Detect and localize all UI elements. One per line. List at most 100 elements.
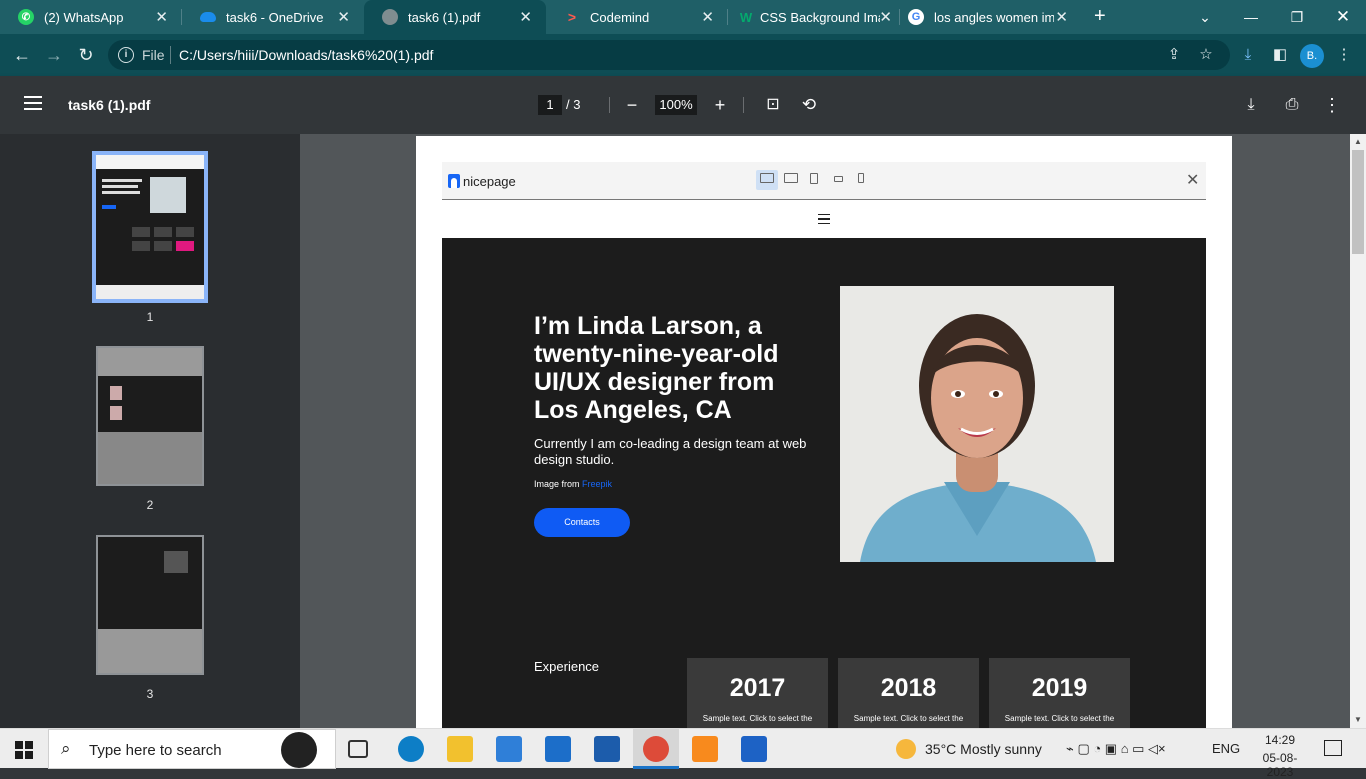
reload-button[interactable]: ↻	[74, 43, 98, 67]
desktop-view-icon[interactable]	[760, 173, 774, 183]
file-explorer-icon[interactable]	[447, 736, 473, 762]
sublime-text-icon[interactable]	[692, 736, 718, 762]
download-icon[interactable]: ⤓	[1239, 93, 1263, 117]
edge-icon[interactable]	[398, 736, 424, 762]
rotate-icon[interactable]: ⟲	[797, 93, 821, 117]
onedrive-icon	[200, 12, 216, 22]
photos-icon[interactable]	[741, 736, 767, 762]
close-tab-icon[interactable]: ✕	[337, 8, 350, 26]
side-panel-icon[interactable]: ◧	[1268, 43, 1292, 67]
zoom-in-icon[interactable]: +	[708, 93, 732, 117]
page-thumbnail-3[interactable]	[96, 535, 204, 675]
notifications-icon[interactable]	[1324, 740, 1342, 756]
bookmark-star-icon[interactable]: ☆	[1194, 43, 1218, 67]
experience-card: 2017 Sample text. Click to select the	[687, 658, 828, 728]
taskbar-search[interactable]: ⌕ Type here to search	[48, 729, 336, 769]
close-tab-icon[interactable]: ✕	[1055, 8, 1068, 26]
nicepage-brand: nicepage	[463, 174, 516, 189]
hero-section: I’m Linda Larson, a twenty-nine-year-old…	[442, 238, 1206, 728]
restore-button[interactable]: ❐	[1274, 0, 1320, 34]
scroll-up-icon[interactable]: ▲	[1350, 134, 1366, 150]
close-tab-icon[interactable]: ✕	[519, 8, 532, 26]
close-tab-icon[interactable]: ✕	[701, 8, 714, 26]
clock[interactable]: 14:29 05-08-2023	[1252, 733, 1308, 779]
tab-codemind[interactable]: > Codemind ✕	[546, 0, 728, 34]
card-year: 2017	[729, 674, 786, 702]
close-icon[interactable]: ✕	[1186, 170, 1199, 190]
scrollbar-thumb[interactable]	[1352, 150, 1364, 254]
tab-whatsapp[interactable]: ✆ (2) WhatsApp ✕	[0, 0, 182, 34]
address-bar[interactable]: i File C:/Users/hiii/Downloads/task6%20(…	[108, 40, 1230, 70]
portrait-photo	[840, 286, 1114, 562]
url-text[interactable]: C:/Users/hiii/Downloads/task6%20(1).pdf	[179, 47, 433, 63]
page-thumbnail-1[interactable]	[92, 151, 208, 303]
codemind-icon: >	[567, 9, 577, 25]
tab-google[interactable]: G los angles women ima ✕	[900, 0, 1082, 34]
tab-pdf[interactable]: task6 (1).pdf ✕	[364, 0, 546, 34]
thumbnail-sidebar: 1 2 3	[0, 134, 300, 728]
windows-taskbar: ⌕ Type here to search 35°C Mostly sunny …	[0, 728, 1366, 779]
forward-button[interactable]: →	[42, 43, 66, 67]
page-thumbnail-2[interactable]	[96, 346, 204, 486]
experience-card: 2018 Sample text. Click to select the	[838, 658, 979, 728]
hero-subtitle: Currently I am co-leading a design team …	[534, 436, 807, 467]
tray-icons[interactable]: ⌁ ▢ ◔ ▣ ⌂ ▭ ◁×	[1066, 741, 1166, 757]
card-year: 2018	[880, 674, 937, 702]
scroll-down-icon[interactable]: ▼	[1350, 712, 1366, 728]
tab-search-icon[interactable]: ⌄	[1182, 0, 1228, 34]
close-tab-icon[interactable]: ✕	[879, 8, 892, 26]
site-menu-icon[interactable]	[818, 214, 830, 224]
card-text: Sample text. Click to select the	[853, 714, 964, 723]
share-icon[interactable]: ⇪	[1162, 43, 1186, 67]
portrait-illustration	[840, 286, 1114, 562]
contacts-button[interactable]: Contacts	[534, 508, 630, 537]
phone-portrait-view-icon[interactable]	[858, 173, 864, 183]
experience-title: Experience	[534, 659, 600, 674]
mail-icon[interactable]	[545, 736, 571, 762]
zoom-out-icon[interactable]: −	[620, 93, 644, 117]
tab-title: (2) WhatsApp	[44, 9, 124, 25]
whatsapp-icon: ✆	[18, 9, 34, 25]
hero-heading: I’m Linda Larson, a twenty-nine-year-old…	[534, 312, 779, 424]
pdf-page: nicepage ✕ I’m Linda Larson, a twenty-ni…	[416, 136, 1232, 728]
windows-start-icon[interactable]	[15, 741, 33, 759]
new-tab-button[interactable]: +	[1094, 0, 1106, 34]
search-placeholder: Type here to search	[89, 742, 222, 759]
globe-icon	[382, 9, 398, 25]
pdf-filename: task6 (1).pdf	[68, 97, 151, 113]
nicepage-header: nicepage ✕	[442, 162, 1206, 200]
language-indicator[interactable]: ENG	[1212, 741, 1240, 756]
fit-page-icon[interactable]: ⊡	[761, 93, 785, 117]
page-total: / 3	[566, 97, 581, 112]
microsoft-store-icon[interactable]	[496, 736, 522, 762]
hamburger-menu-icon[interactable]	[24, 96, 42, 110]
minimize-button[interactable]: —	[1228, 0, 1274, 34]
info-icon[interactable]: i	[118, 47, 134, 63]
profile-avatar[interactable]: B.	[1300, 44, 1324, 68]
vertical-scrollbar[interactable]: ▲ ▼	[1350, 134, 1366, 728]
laptop-view-icon[interactable]	[784, 173, 798, 183]
phone-landscape-view-icon[interactable]	[834, 176, 843, 182]
close-window-button[interactable]: ✕	[1320, 0, 1366, 34]
google-icon: G	[908, 9, 924, 25]
close-tab-icon[interactable]: ✕	[155, 8, 168, 26]
download-icon[interactable]: ⤓	[1236, 43, 1260, 67]
weather-text[interactable]: 35°C Mostly sunny	[925, 741, 1042, 757]
tablet-view-icon[interactable]	[810, 173, 818, 184]
back-button[interactable]: ←	[10, 43, 34, 67]
tab-w3schools[interactable]: W CSS Background Imag ✕	[728, 0, 900, 34]
zoom-input[interactable]: 100%	[655, 95, 697, 115]
more-actions-icon[interactable]: ⋮	[1320, 93, 1344, 117]
task-view-icon[interactable]	[348, 740, 368, 758]
address-toolbar: ← → ↻ i File C:/Users/hiii/Downloads/tas…	[0, 34, 1366, 76]
page-number-input[interactable]: 1	[538, 95, 562, 115]
news-icon[interactable]	[594, 736, 620, 762]
tab-strip: ✆ (2) WhatsApp ✕ task6 - OneDrive ✕ task…	[0, 0, 1366, 34]
print-icon[interactable]: ⎙	[1280, 93, 1304, 117]
puffin-bird-icon	[281, 732, 317, 768]
tab-onedrive[interactable]: task6 - OneDrive ✕	[182, 0, 364, 34]
chrome-taskbar-active[interactable]	[633, 729, 679, 769]
nicepage-logo-icon	[448, 174, 460, 188]
freepik-link[interactable]: Freepik	[582, 479, 612, 489]
browser-menu-icon[interactable]: ⋮	[1332, 43, 1356, 67]
